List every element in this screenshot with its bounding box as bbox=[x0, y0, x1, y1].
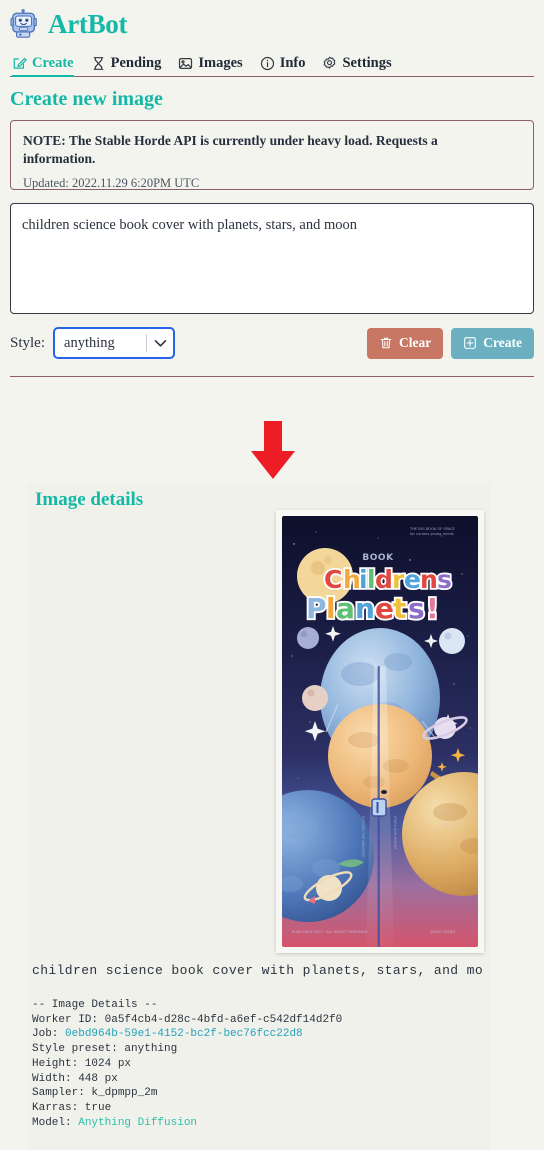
nav-label-images: Images bbox=[198, 55, 243, 71]
nav-label-settings: Settings bbox=[342, 55, 392, 71]
main-content: Create new image NOTE: The Stable Horde … bbox=[0, 88, 544, 377]
meta-model-value[interactable]: Anything Diffusion bbox=[78, 1117, 197, 1129]
photo-icon bbox=[178, 56, 193, 71]
meta-header: -- Image Details -- bbox=[32, 999, 158, 1011]
svg-text:a: a bbox=[336, 592, 356, 625]
style-select-value: anything bbox=[64, 334, 115, 351]
generated-image-frame[interactable]: BOOK C h i l d r e n s P l a n e t s ! T… bbox=[276, 510, 484, 953]
hourglass-icon bbox=[91, 56, 106, 71]
image-metadata: -- Image Details -- Worker ID: 0a5f4cb4-… bbox=[32, 998, 342, 1130]
meta-worker-id-label: Worker ID: bbox=[32, 1013, 105, 1026]
svg-text:P: P bbox=[306, 592, 328, 625]
controls-row: Style: anything Clear Create bbox=[10, 326, 534, 360]
image-details-title: Image details bbox=[35, 489, 144, 510]
gear-icon bbox=[322, 56, 337, 71]
svg-text:C: C bbox=[324, 565, 343, 594]
action-buttons: Clear Create bbox=[367, 327, 534, 359]
brand[interactable]: ArtBot bbox=[10, 6, 534, 42]
meta-job-label: Job: bbox=[32, 1028, 66, 1041]
nav-item-settings[interactable]: Settings bbox=[322, 55, 392, 76]
meta-style-preset: Style preset: anything bbox=[32, 1043, 178, 1056]
create-button-label: Create bbox=[483, 335, 522, 350]
meta-worker-id-value: 0a5f4cb4-d28c-4bfd-a6ef-c542df14d2f0 bbox=[104, 1013, 343, 1026]
meta-worker-id: Worker ID: 0a5f4cb4-d28c-4bfd-a6ef-c542d… bbox=[32, 1013, 342, 1028]
svg-text:!: ! bbox=[426, 592, 440, 625]
style-label: Style: bbox=[10, 334, 46, 351]
meta-model-label: Model: bbox=[32, 1116, 79, 1129]
nav-item-info[interactable]: Info bbox=[260, 55, 306, 76]
nav-label-pending: Pending bbox=[110, 55, 162, 71]
meta-karras: Karras: true bbox=[32, 1101, 112, 1114]
image-details-panel: Image details BOOK C h i l d r e n s P l… bbox=[28, 483, 490, 1150]
svg-text:s: s bbox=[408, 592, 426, 625]
svg-text:EXPLORE THE UNIVERSE: EXPLORE THE UNIVERSE bbox=[361, 816, 365, 858]
prompt-input[interactable] bbox=[10, 203, 534, 314]
meta-sampler: Sampler: k_dpmpp_2m bbox=[32, 1087, 158, 1100]
svg-text:n: n bbox=[355, 592, 376, 625]
generated-image[interactable]: BOOK C h i l d r e n s P l a n e t s ! T… bbox=[282, 516, 478, 947]
notice-heading-line2: information. bbox=[23, 151, 96, 167]
app-header: ArtBot Create Pending Images Info Settin… bbox=[0, 0, 544, 77]
svg-text:for curious young minds: for curious young minds bbox=[410, 532, 454, 536]
svg-text:e: e bbox=[375, 592, 395, 625]
svg-text:VOL. 01: VOL. 01 bbox=[442, 823, 456, 827]
image-prompt-text: children science book cover with planets… bbox=[32, 963, 484, 978]
style-select[interactable]: anything bbox=[53, 327, 176, 359]
main-nav: Create Pending Images Info Settings bbox=[10, 46, 534, 77]
notice-heading: NOTE: The Stable Horde API is currently … bbox=[23, 132, 521, 168]
nav-item-create[interactable]: Create bbox=[12, 55, 74, 77]
nav-item-pending[interactable]: Pending bbox=[91, 55, 162, 76]
svg-text:THE BIG BOOK OF SPACE: THE BIG BOOK OF SPACE bbox=[409, 527, 455, 531]
down-arrow-annotation bbox=[248, 421, 298, 483]
meta-job-value[interactable]: 0ebd964b-59e1-4152-bc2f-bec76fcc22d8 bbox=[65, 1028, 303, 1040]
chevron-down-icon bbox=[147, 339, 173, 348]
trash-icon bbox=[379, 336, 393, 350]
svg-text:s: s bbox=[437, 565, 453, 594]
info-circle-icon bbox=[260, 56, 275, 71]
notice-heading-line1: NOTE: The Stable Horde API is currently … bbox=[23, 133, 438, 148]
clear-button-label: Clear bbox=[399, 335, 432, 350]
meta-model: Model: Anything Diffusion bbox=[32, 1116, 342, 1131]
svg-text:PUBLISHED 2022 · ALL RIGHTS RE: PUBLISHED 2022 · ALL RIGHTS RESERVED bbox=[292, 930, 368, 934]
api-notice-box: NOTE: The Stable Horde API is currently … bbox=[10, 120, 534, 190]
brand-title: ArtBot bbox=[48, 8, 128, 39]
nav-label-create: Create bbox=[32, 55, 74, 71]
svg-text:n: n bbox=[420, 565, 439, 594]
plus-square-icon bbox=[463, 336, 477, 350]
svg-text:STARS AND MOONS: STARS AND MOONS bbox=[393, 816, 397, 849]
create-button[interactable]: Create bbox=[451, 327, 534, 359]
pencil-square-icon bbox=[12, 56, 27, 71]
svg-text:BOOK: BOOK bbox=[362, 553, 394, 563]
nav-item-images[interactable]: Images bbox=[178, 55, 243, 76]
meta-job: Job: 0ebd964b-59e1-4152-bc2f-bec76fcc22d… bbox=[32, 1027, 342, 1042]
page-title: Create new image bbox=[10, 88, 163, 110]
nav-label-info: Info bbox=[279, 55, 306, 71]
artbot-app: ArtBot Create Pending Images Info Settin… bbox=[0, 0, 544, 1150]
section-divider bbox=[10, 376, 534, 377]
svg-text:t: t bbox=[393, 592, 407, 625]
svg-text:SPACE SERIES: SPACE SERIES bbox=[430, 930, 456, 934]
notice-updated: Updated: 2022.11.29 6:20PM UTC bbox=[23, 176, 200, 190]
clear-button[interactable]: Clear bbox=[367, 327, 444, 359]
meta-height: Height: 1024 px bbox=[32, 1057, 132, 1070]
robot-head-icon bbox=[10, 9, 40, 39]
meta-width: Width: 448 px bbox=[32, 1072, 118, 1085]
